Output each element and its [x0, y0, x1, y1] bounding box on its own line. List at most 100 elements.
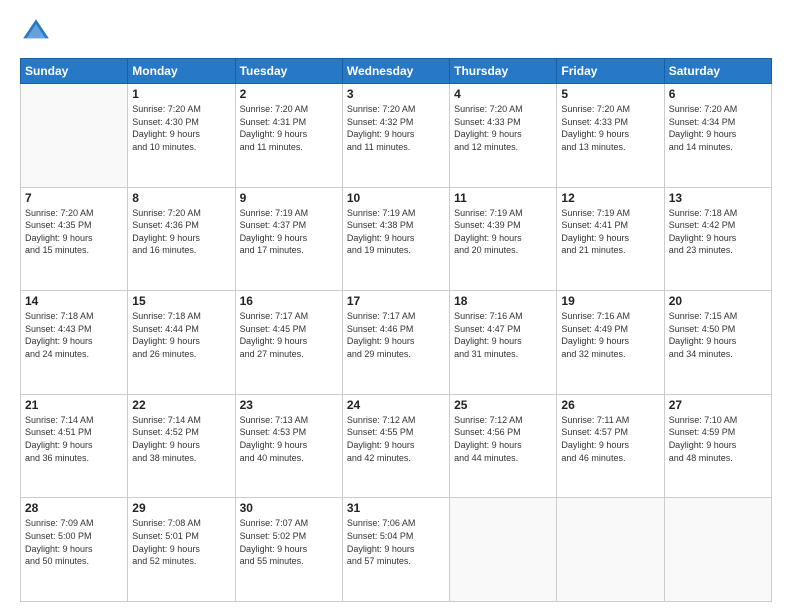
day-number: 18 — [454, 294, 552, 308]
calendar-day-header: Wednesday — [342, 59, 449, 84]
calendar-cell: 12 Sunrise: 7:19 AMSunset: 4:41 PMDayligh… — [557, 187, 664, 291]
calendar-cell: 30 Sunrise: 7:07 AMSunset: 5:02 PMDayligh… — [235, 498, 342, 602]
calendar-cell: 27 Sunrise: 7:10 AMSunset: 4:59 PMDayligh… — [664, 394, 771, 498]
calendar-table: SundayMondayTuesdayWednesdayThursdayFrid… — [20, 58, 772, 602]
day-number: 10 — [347, 191, 445, 205]
calendar-cell: 7 Sunrise: 7:20 AMSunset: 4:35 PMDaylight… — [21, 187, 128, 291]
day-number: 14 — [25, 294, 123, 308]
day-info: Sunrise: 7:20 AMSunset: 4:30 PMDaylight:… — [132, 103, 230, 153]
calendar-week-row: 1 Sunrise: 7:20 AMSunset: 4:30 PMDaylight… — [21, 84, 772, 188]
day-info: Sunrise: 7:10 AMSunset: 4:59 PMDaylight:… — [669, 414, 767, 464]
day-number: 20 — [669, 294, 767, 308]
day-info: Sunrise: 7:17 AMSunset: 4:45 PMDaylight:… — [240, 310, 338, 360]
day-info: Sunrise: 7:07 AMSunset: 5:02 PMDaylight:… — [240, 517, 338, 567]
day-info: Sunrise: 7:20 AMSunset: 4:33 PMDaylight:… — [561, 103, 659, 153]
calendar-cell: 18Sunrise: 7:16 AMSunset: 4:47 PMDayligh… — [450, 291, 557, 395]
calendar-cell: 11 Sunrise: 7:19 AMSunset: 4:39 PMDayligh… — [450, 187, 557, 291]
day-info: Sunrise: 7:20 AMSunset: 4:32 PMDaylight:… — [347, 103, 445, 153]
calendar-cell: 6 Sunrise: 7:20 AMSunset: 4:34 PMDaylight… — [664, 84, 771, 188]
calendar-cell: 19 Sunrise: 7:16 AMSunset: 4:49 PMDayligh… — [557, 291, 664, 395]
day-info: Sunrise: 7:19 AMSunset: 4:38 PMDaylight:… — [347, 207, 445, 257]
calendar-day-header: Monday — [128, 59, 235, 84]
day-number: 11 — [454, 191, 552, 205]
calendar-cell: 17 Sunrise: 7:17 AMSunset: 4:46 PMDayligh… — [342, 291, 449, 395]
calendar-day-header: Sunday — [21, 59, 128, 84]
logo-icon — [20, 16, 52, 48]
day-number: 16 — [240, 294, 338, 308]
calendar-day-header: Friday — [557, 59, 664, 84]
day-number: 27 — [669, 398, 767, 412]
day-info: Sunrise: 7:20 AMSunset: 4:35 PMDaylight:… — [25, 207, 123, 257]
day-number: 13 — [669, 191, 767, 205]
calendar-cell — [664, 498, 771, 602]
day-info: Sunrise: 7:17 AMSunset: 4:46 PMDaylight:… — [347, 310, 445, 360]
calendar-week-row: 7 Sunrise: 7:20 AMSunset: 4:35 PMDaylight… — [21, 187, 772, 291]
day-info: Sunrise: 7:19 AMSunset: 4:37 PMDaylight:… — [240, 207, 338, 257]
day-number: 25 — [454, 398, 552, 412]
page: SundayMondayTuesdayWednesdayThursdayFrid… — [0, 0, 792, 612]
calendar-cell: 28Sunrise: 7:09 AMSunset: 5:00 PMDayligh… — [21, 498, 128, 602]
day-number: 6 — [669, 87, 767, 101]
calendar-cell: 10 Sunrise: 7:19 AMSunset: 4:38 PMDayligh… — [342, 187, 449, 291]
day-info: Sunrise: 7:20 AMSunset: 4:34 PMDaylight:… — [669, 103, 767, 153]
calendar-header-row: SundayMondayTuesdayWednesdayThursdayFrid… — [21, 59, 772, 84]
calendar-cell: 3 Sunrise: 7:20 AMSunset: 4:32 PMDaylight… — [342, 84, 449, 188]
day-number: 12 — [561, 191, 659, 205]
calendar-cell: 2Sunrise: 7:20 AMSunset: 4:31 PMDaylight… — [235, 84, 342, 188]
calendar-cell: 22 Sunrise: 7:14 AMSunset: 4:52 PMDayligh… — [128, 394, 235, 498]
day-number: 4 — [454, 87, 552, 101]
calendar-week-row: 14Sunrise: 7:18 AMSunset: 4:43 PMDayligh… — [21, 291, 772, 395]
day-number: 31 — [347, 501, 445, 515]
day-info: Sunrise: 7:11 AMSunset: 4:57 PMDaylight:… — [561, 414, 659, 464]
calendar-day-header: Thursday — [450, 59, 557, 84]
day-number: 3 — [347, 87, 445, 101]
calendar-cell: 29 Sunrise: 7:08 AMSunset: 5:01 PMDayligh… — [128, 498, 235, 602]
calendar-cell: 9Sunrise: 7:19 AMSunset: 4:37 PMDaylight… — [235, 187, 342, 291]
day-info: Sunrise: 7:20 AMSunset: 4:33 PMDaylight:… — [454, 103, 552, 153]
day-number: 29 — [132, 501, 230, 515]
header — [20, 16, 772, 48]
day-number: 19 — [561, 294, 659, 308]
day-info: Sunrise: 7:19 AMSunset: 4:39 PMDaylight:… — [454, 207, 552, 257]
calendar-day-header: Tuesday — [235, 59, 342, 84]
calendar-cell: 21 Sunrise: 7:14 AMSunset: 4:51 PMDayligh… — [21, 394, 128, 498]
day-info: Sunrise: 7:16 AMSunset: 4:49 PMDaylight:… — [561, 310, 659, 360]
day-number: 7 — [25, 191, 123, 205]
calendar-day-header: Saturday — [664, 59, 771, 84]
calendar-cell: 8Sunrise: 7:20 AMSunset: 4:36 PMDaylight… — [128, 187, 235, 291]
day-number: 17 — [347, 294, 445, 308]
calendar-cell: 5 Sunrise: 7:20 AMSunset: 4:33 PMDaylight… — [557, 84, 664, 188]
calendar-cell: 15Sunrise: 7:18 AMSunset: 4:44 PMDayligh… — [128, 291, 235, 395]
day-info: Sunrise: 7:19 AMSunset: 4:41 PMDaylight:… — [561, 207, 659, 257]
day-info: Sunrise: 7:12 AMSunset: 4:56 PMDaylight:… — [454, 414, 552, 464]
logo — [20, 16, 56, 48]
day-info: Sunrise: 7:14 AMSunset: 4:51 PMDaylight:… — [25, 414, 123, 464]
calendar-cell: 20 Sunrise: 7:15 AMSunset: 4:50 PMDayligh… — [664, 291, 771, 395]
day-number: 24 — [347, 398, 445, 412]
day-number: 26 — [561, 398, 659, 412]
calendar-cell — [450, 498, 557, 602]
day-info: Sunrise: 7:12 AMSunset: 4:55 PMDaylight:… — [347, 414, 445, 464]
day-info: Sunrise: 7:14 AMSunset: 4:52 PMDaylight:… — [132, 414, 230, 464]
calendar-cell: 24 Sunrise: 7:12 AMSunset: 4:55 PMDayligh… — [342, 394, 449, 498]
day-info: Sunrise: 7:15 AMSunset: 4:50 PMDaylight:… — [669, 310, 767, 360]
day-info: Sunrise: 7:09 AMSunset: 5:00 PMDaylight:… — [25, 517, 123, 567]
calendar-cell: 31Sunrise: 7:06 AMSunset: 5:04 PMDayligh… — [342, 498, 449, 602]
day-info: Sunrise: 7:18 AMSunset: 4:42 PMDaylight:… — [669, 207, 767, 257]
calendar-cell: 4 Sunrise: 7:20 AMSunset: 4:33 PMDaylight… — [450, 84, 557, 188]
day-number: 5 — [561, 87, 659, 101]
day-number: 1 — [132, 87, 230, 101]
day-number: 21 — [25, 398, 123, 412]
day-info: Sunrise: 7:18 AMSunset: 4:44 PMDaylight:… — [132, 310, 230, 360]
day-info: Sunrise: 7:13 AMSunset: 4:53 PMDaylight:… — [240, 414, 338, 464]
day-info: Sunrise: 7:08 AMSunset: 5:01 PMDaylight:… — [132, 517, 230, 567]
day-number: 22 — [132, 398, 230, 412]
calendar-week-row: 21 Sunrise: 7:14 AMSunset: 4:51 PMDayligh… — [21, 394, 772, 498]
calendar-cell: 25 Sunrise: 7:12 AMSunset: 4:56 PMDayligh… — [450, 394, 557, 498]
calendar-cell: 16 Sunrise: 7:17 AMSunset: 4:45 PMDayligh… — [235, 291, 342, 395]
day-number: 2 — [240, 87, 338, 101]
calendar-cell: 14Sunrise: 7:18 AMSunset: 4:43 PMDayligh… — [21, 291, 128, 395]
day-number: 30 — [240, 501, 338, 515]
calendar-cell — [557, 498, 664, 602]
day-info: Sunrise: 7:20 AMSunset: 4:36 PMDaylight:… — [132, 207, 230, 257]
